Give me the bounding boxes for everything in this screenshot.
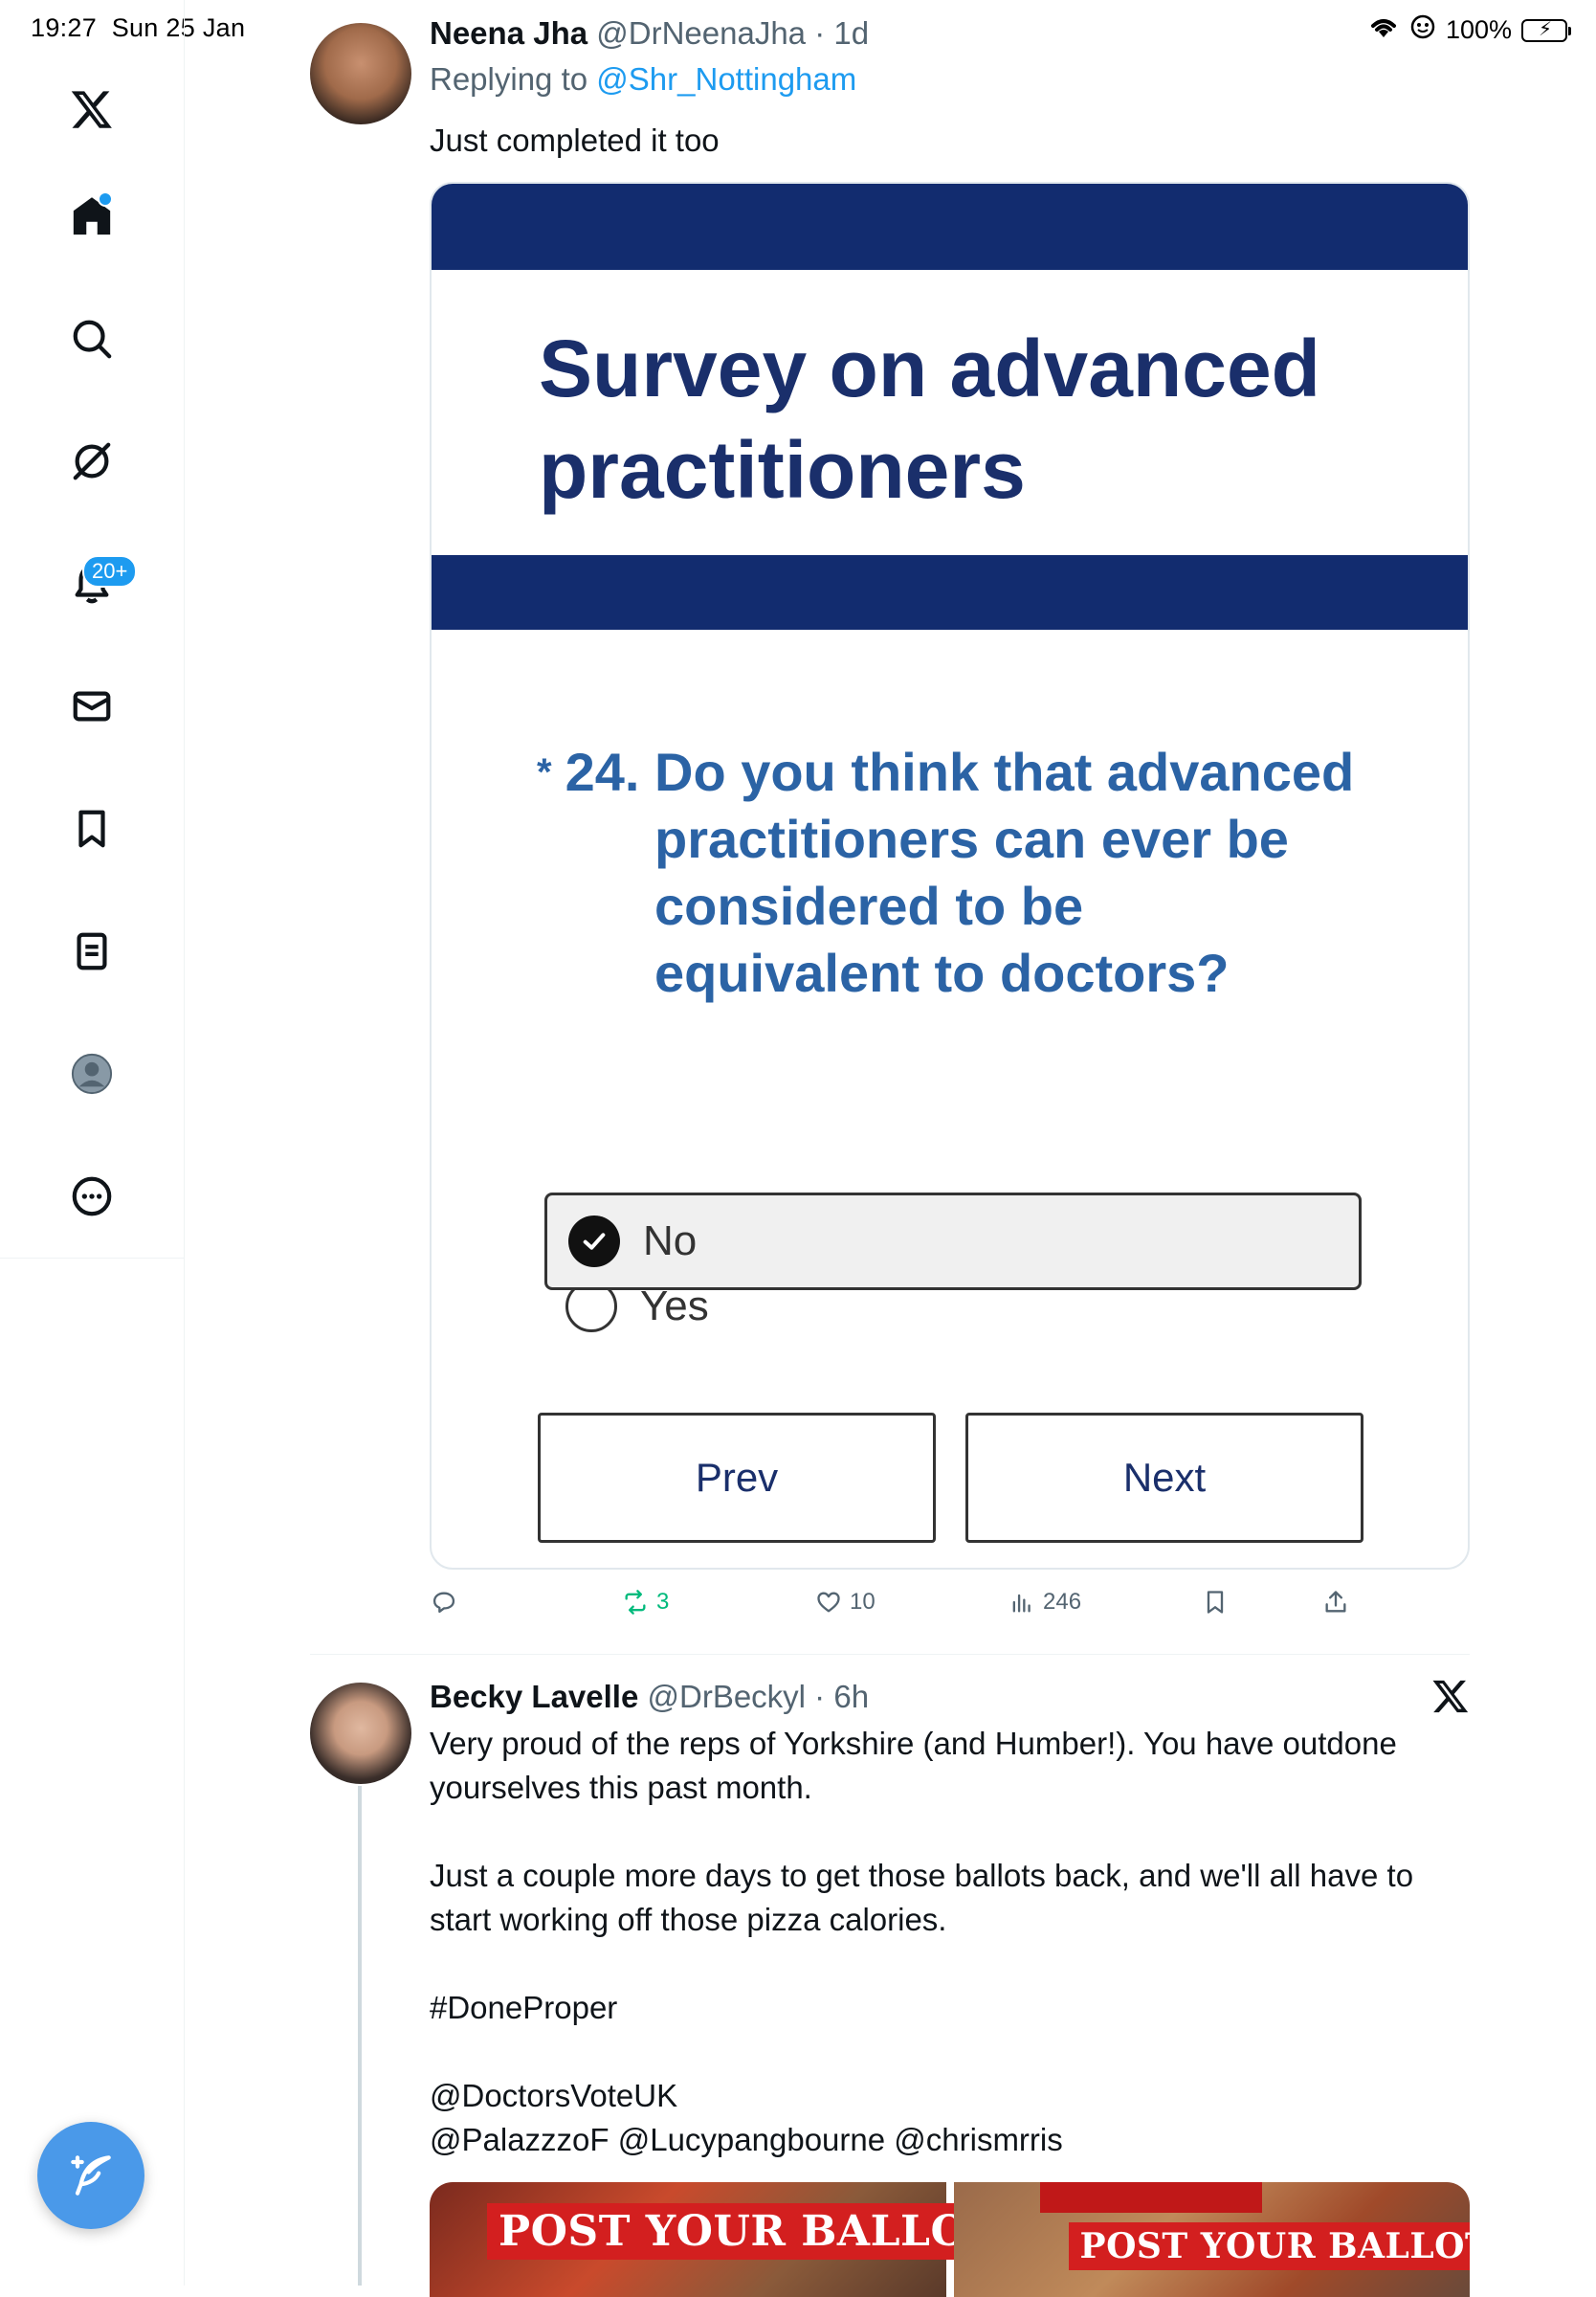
survey-title: Survey on advanced practitioners: [539, 323, 1320, 515]
option-no-label: No: [643, 1217, 698, 1264]
grok-icon[interactable]: [61, 431, 122, 492]
tweet-time[interactable]: 1d: [833, 15, 869, 51]
views-count: 246: [1043, 1589, 1082, 1615]
author-handle[interactable]: @DrNeenaJha: [596, 15, 806, 51]
x-logo-icon[interactable]: [61, 78, 122, 140]
views-button[interactable]: 246: [1009, 1589, 1081, 1616]
avatar-becky-lavelle[interactable]: [310, 1683, 411, 1784]
home-icon[interactable]: [61, 186, 122, 247]
tweet-time-separator: ·: [806, 15, 834, 51]
tweet-separator: [310, 1654, 1470, 1655]
author-name[interactable]: Becky Lavelle: [430, 1679, 638, 1714]
battery-icon: ⚡: [1521, 18, 1571, 42]
retweet-icon: [625, 1590, 646, 1615]
tweet1-text: Just completed it too: [430, 123, 720, 158]
tweet-time-separator: ·: [806, 1679, 834, 1714]
tweet1-image[interactable]: Survey on advanced practitioners * 24. Do…: [430, 182, 1470, 1570]
ballot-banner-top-cut: [1039, 2182, 1263, 2213]
notifications-badge: 20+: [82, 555, 138, 588]
survey-prev-button: Prev: [538, 1413, 936, 1543]
thread-line: [358, 1786, 362, 2286]
share-button[interactable]: [1322, 1589, 1349, 1616]
ballot-image-right[interactable]: POST YOUR BALLOT: [953, 2182, 1470, 2297]
battery-percent: 100%: [1445, 15, 1512, 44]
survey-question: * 24. Do you think that advanced practiti…: [537, 739, 1417, 1007]
tweet2-header: Becky Lavelle @DrBeckyl · 6h: [430, 1679, 869, 1715]
ballot-image-left[interactable]: POST YOUR BALLOT: [430, 2182, 1011, 2297]
option-no-selected: No: [544, 1193, 1362, 1290]
bookmark-icon[interactable]: [61, 798, 122, 859]
author-handle[interactable]: @DrBeckyl: [648, 1679, 807, 1714]
bookmark-icon: [1207, 1591, 1224, 1614]
survey-top-bar: [432, 184, 1468, 270]
x-logo-icon: [1431, 1677, 1470, 1715]
wifi-icon: [1367, 14, 1400, 46]
like-button[interactable]: 10: [815, 1589, 876, 1616]
sidebar-divider: [0, 1258, 184, 1259]
avatar-neena-jha[interactable]: [310, 23, 411, 124]
author-name[interactable]: Neena Jha: [430, 15, 587, 51]
ballot-banner-left: POST YOUR BALLOT: [487, 2203, 1011, 2260]
reply-icon: [432, 1592, 455, 1614]
status-bar-right: 100% ⚡: [1367, 13, 1571, 47]
retweet-button[interactable]: 3: [622, 1589, 669, 1616]
mail-icon[interactable]: [61, 676, 122, 737]
views-chart-icon: [1012, 1594, 1031, 1613]
survey-next-button: Next: [965, 1413, 1363, 1543]
focus-mode-icon: [1409, 13, 1436, 47]
bookmark-button[interactable]: [1202, 1589, 1229, 1616]
replying-prefix: Replying to: [430, 61, 588, 97]
tweet2-text: Very proud of the reps of Yorkshire (and…: [430, 1726, 1414, 2157]
tweet-time[interactable]: 6h: [833, 1679, 869, 1714]
compose-post-button[interactable]: [37, 2122, 144, 2229]
replying-to: Replying to @Shr_Nottingham: [430, 61, 856, 98]
reply-button[interactable]: [431, 1589, 457, 1616]
required-star: *: [537, 751, 552, 793]
ballot-banner-right: POST YOUR BALLOT: [1068, 2222, 1470, 2270]
question-number: 24.: [565, 742, 640, 802]
profile-icon[interactable]: [61, 1043, 122, 1104]
tweet2-images[interactable]: POST YOUR BALLOT POST YOUR BALLOT: [430, 2182, 1470, 2297]
more-icon[interactable]: [61, 1166, 122, 1227]
tweet1-header: Neena Jha @DrNeenaJha · 1d: [430, 15, 869, 52]
replying-handle-link[interactable]: @Shr_Nottingham: [596, 61, 856, 97]
lists-icon[interactable]: [61, 921, 122, 982]
retweet-count: 3: [656, 1589, 670, 1615]
radio-checked-icon: [568, 1215, 620, 1267]
heart-icon: [817, 1592, 840, 1613]
search-icon[interactable]: [61, 308, 122, 369]
feather-plus-icon: [71, 2155, 111, 2196]
home-notification-dot: [98, 191, 113, 207]
share-icon: [1325, 1591, 1346, 1613]
like-count: 10: [850, 1589, 876, 1615]
sidebar: [0, 0, 185, 2286]
survey-mid-bar: [432, 555, 1468, 630]
question-text: Do you think that advanced practitioners…: [654, 742, 1355, 1003]
